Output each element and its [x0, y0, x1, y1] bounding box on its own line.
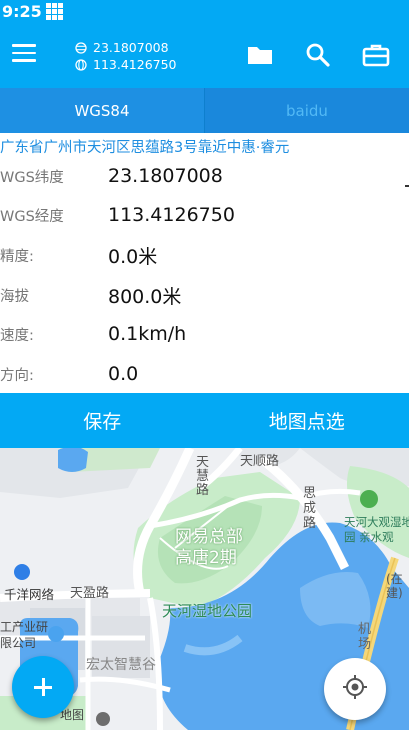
- field-value: 23.1807008: [108, 165, 223, 187]
- latitude-row: 23.1807008: [75, 39, 177, 56]
- field-label: 方向:: [0, 367, 34, 384]
- map-label-siding-road: 思成路: [303, 486, 317, 531]
- map-label-tianhe-wetland-1: 天河大观湿地: [344, 515, 409, 529]
- field-label: WGS经度: [0, 208, 64, 225]
- tab-wgs84[interactable]: WGS84: [0, 88, 204, 133]
- add-fab-button[interactable]: [12, 656, 74, 718]
- toolbox-icon[interactable]: [362, 41, 390, 69]
- map-label-hongtai: 宏太智慧谷: [86, 657, 156, 673]
- map-label-industry-2: 限公司: [0, 636, 37, 650]
- map-label-industry-1: 工产业研: [0, 620, 49, 634]
- action-bar: 保存 地图点选: [0, 393, 409, 448]
- map-label-airport: 机场: [358, 622, 372, 652]
- map-label-tianying-road: 天盈路: [70, 586, 110, 601]
- globe-icon: [75, 58, 87, 71]
- field-value: 0.0米: [108, 245, 158, 268]
- field-wgs-latitude: WGS纬度 23.1807008: [0, 161, 405, 191]
- menu-icon[interactable]: [12, 44, 36, 64]
- app-root: 9:25 23.1807008 113.4126750 WGS84 baidu …: [0, 0, 409, 730]
- field-label: 精度:: [0, 248, 34, 265]
- address-text: 广东省广州市天河区思蕴路3号靠近中惠·睿元: [0, 140, 290, 156]
- tab-baidu[interactable]: baidu: [204, 88, 409, 133]
- status-time: 9:25: [2, 1, 42, 21]
- coordinate-system-tabs: WGS84 baidu: [0, 88, 409, 133]
- field-accuracy: 精度: 0.0米: [0, 240, 405, 270]
- camera-marker-icon: [96, 712, 110, 726]
- status-bar: 9:25: [0, 0, 409, 22]
- field-label: WGS纬度: [0, 169, 64, 186]
- search-icon[interactable]: [304, 41, 332, 69]
- plus-icon: [33, 677, 53, 697]
- longitude-value: 113.4126750: [93, 57, 177, 72]
- app-toolbar: 23.1807008 113.4126750: [0, 22, 409, 88]
- map-label-construction: (在建): [386, 572, 403, 600]
- latitude-icon: [75, 41, 87, 54]
- field-label: 速度:: [0, 327, 34, 344]
- poi-pin-icon: [48, 626, 64, 642]
- field-altitude: 海拔 800.0米: [0, 280, 405, 310]
- map-pick-button[interactable]: 地图点选: [205, 393, 409, 448]
- field-value: 800.0米: [108, 285, 182, 308]
- field-speed: 速度: 0.1km/h: [0, 319, 405, 349]
- field-value: 0.1km/h: [108, 323, 187, 345]
- crosshair-icon: [342, 674, 368, 704]
- map-label-tianhe-wetland-2: 园 亲水观: [344, 530, 394, 544]
- grid-icon: [45, 2, 63, 20]
- coordinate-readout: 23.1807008 113.4126750: [75, 39, 177, 73]
- field-direction: 方向: 0.0: [0, 359, 405, 389]
- field-wgs-longitude: WGS经度 113.4126750: [0, 200, 405, 230]
- map-label-netease-2: 高唐2期: [175, 548, 237, 568]
- locate-fab-button[interactable]: [324, 658, 386, 720]
- map-label-tianhui-road: 天慧路: [196, 455, 210, 498]
- park-marker-icon: [360, 490, 378, 508]
- map-label-wetland-park: 天河湿地公园: [162, 602, 253, 620]
- save-button[interactable]: 保存: [0, 393, 205, 448]
- latitude-value: 23.1807008: [93, 40, 169, 55]
- field-value: 113.4126750: [108, 204, 235, 226]
- poi-marker-icon: [14, 564, 30, 580]
- field-value: 0.0: [108, 363, 139, 385]
- folder-icon[interactable]: [246, 41, 274, 69]
- longitude-row: 113.4126750: [75, 56, 177, 73]
- map-label-tianshun-road: 天顺路: [240, 454, 280, 469]
- location-info-panel: 广东省广州市天河区思蕴路3号靠近中惠·睿元 WGS纬度 23.1807008 W…: [0, 133, 405, 393]
- field-label: 海拔: [0, 288, 29, 305]
- map-label-qianyang-net: 千洋网络: [4, 587, 55, 602]
